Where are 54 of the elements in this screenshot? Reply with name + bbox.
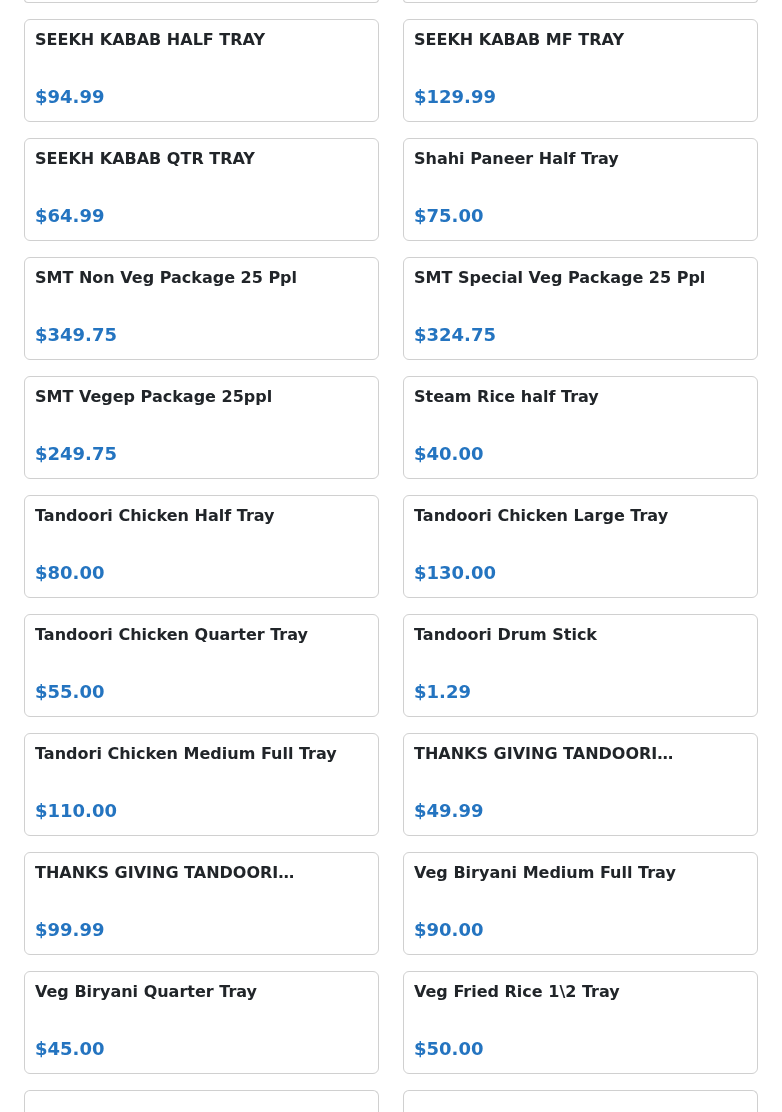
product-card[interactable]: Veg Biryani Medium Full Tray $90.00 bbox=[403, 852, 758, 955]
product-name: Tandoori Chicken Quarter Tray bbox=[35, 625, 309, 645]
product-price: $99.99 bbox=[35, 919, 106, 941]
product-card[interactable]: Tandori Chicken Medium Full Tray $110.00 bbox=[24, 733, 379, 836]
product-name: SEEKH KABAB MF TRAY bbox=[414, 30, 625, 50]
product-card[interactable]: Veg Fried Rice 1\2 Tray $50.00 bbox=[403, 971, 758, 1074]
product-price: $129.99 bbox=[414, 86, 497, 108]
product-price: $249.75 bbox=[35, 443, 118, 465]
product-card[interactable]: SEEKH KABAB MF TRAY $129.99 bbox=[403, 19, 758, 122]
product-price: $94.99 bbox=[35, 86, 106, 108]
product-price: $349.75 bbox=[35, 324, 118, 346]
product-card[interactable]: SMT Non Veg Package 25 Ppl $349.75 bbox=[24, 257, 379, 360]
product-price: $40.00 bbox=[414, 443, 485, 465]
product-card[interactable]: SEEKH KABAB HALF TRAY $94.99 bbox=[24, 19, 379, 122]
product-name: Tandoori Chicken Large Tray bbox=[414, 506, 670, 526]
product-name: SMT Non Veg Package 25 Ppl bbox=[35, 268, 299, 288]
product-card[interactable]: Tandoori Chicken Half Tray $80.00 bbox=[24, 495, 379, 598]
product-price: $45.00 bbox=[35, 1038, 106, 1060]
product-price: $49.99 bbox=[414, 800, 485, 822]
product-name: SEEKH KABAB HALF TRAY bbox=[35, 30, 266, 50]
product-card[interactable]: SMT Vegep Package 25ppl $249.75 bbox=[24, 376, 379, 479]
product-card[interactable]: Shahi Paneer Half Tray $75.00 bbox=[403, 138, 758, 241]
product-name: Tandoori Chicken Half Tray bbox=[35, 506, 276, 526]
product-name: Veg Fried Rice 1\2 Tray bbox=[414, 982, 621, 1002]
product-card[interactable]: THANKS GIVING TANDOORI… $99.99 bbox=[24, 852, 379, 955]
product-card[interactable]: Tandoori Chicken Quarter Tray $55.00 bbox=[24, 614, 379, 717]
product-price: $80.00 bbox=[35, 562, 106, 584]
product-price: $130.00 bbox=[414, 562, 497, 584]
product-name: Veg Biryani Medium Full Tray bbox=[414, 863, 677, 883]
product-name: SMT Vegep Package 25ppl bbox=[35, 387, 274, 407]
product-name: THANKS GIVING TANDOORI… bbox=[414, 744, 675, 764]
product-card[interactable]: Steam Rice half Tray $40.00 bbox=[403, 376, 758, 479]
product-name: SEEKH KABAB QTR TRAY bbox=[35, 149, 256, 169]
product-price: $75.00 bbox=[414, 205, 485, 227]
product-price: $50.00 bbox=[414, 1038, 485, 1060]
product-price: $110.00 bbox=[35, 800, 118, 822]
product-card[interactable]: Veg Biryani Quarter Tray $45.00 bbox=[24, 971, 379, 1074]
product-name: Shahi Paneer Half Tray bbox=[414, 149, 620, 169]
product-card[interactable]: Tandoori Chicken Large Tray $130.00 bbox=[403, 495, 758, 598]
product-name: SMT Special Veg Package 25 Ppl bbox=[414, 268, 707, 288]
product-name: Tandoori Drum Stick bbox=[414, 625, 598, 645]
product-card[interactable]: Tandoori Drum Stick $1.29 bbox=[403, 614, 758, 717]
product-name: THANKS GIVING TANDOORI… bbox=[35, 863, 296, 883]
product-name: Veg Biryani Quarter Tray bbox=[35, 982, 259, 1002]
product-price: $90.00 bbox=[414, 919, 485, 941]
product-card[interactable]: THANKS GIVING TANDOORI… $49.99 bbox=[403, 733, 758, 836]
product-price: $64.99 bbox=[35, 205, 106, 227]
product-price: $324.75 bbox=[414, 324, 497, 346]
product-card[interactable]: SMT Special Veg Package 25 Ppl $324.75 bbox=[403, 257, 758, 360]
product-card[interactable]: SEEKH KABAB QTR TRAY $64.99 bbox=[24, 138, 379, 241]
product-price: $1.29 bbox=[414, 681, 472, 703]
product-name: Steam Rice half Tray bbox=[414, 387, 600, 407]
product-price: $55.00 bbox=[35, 681, 106, 703]
product-name: Tandori Chicken Medium Full Tray bbox=[35, 744, 338, 764]
